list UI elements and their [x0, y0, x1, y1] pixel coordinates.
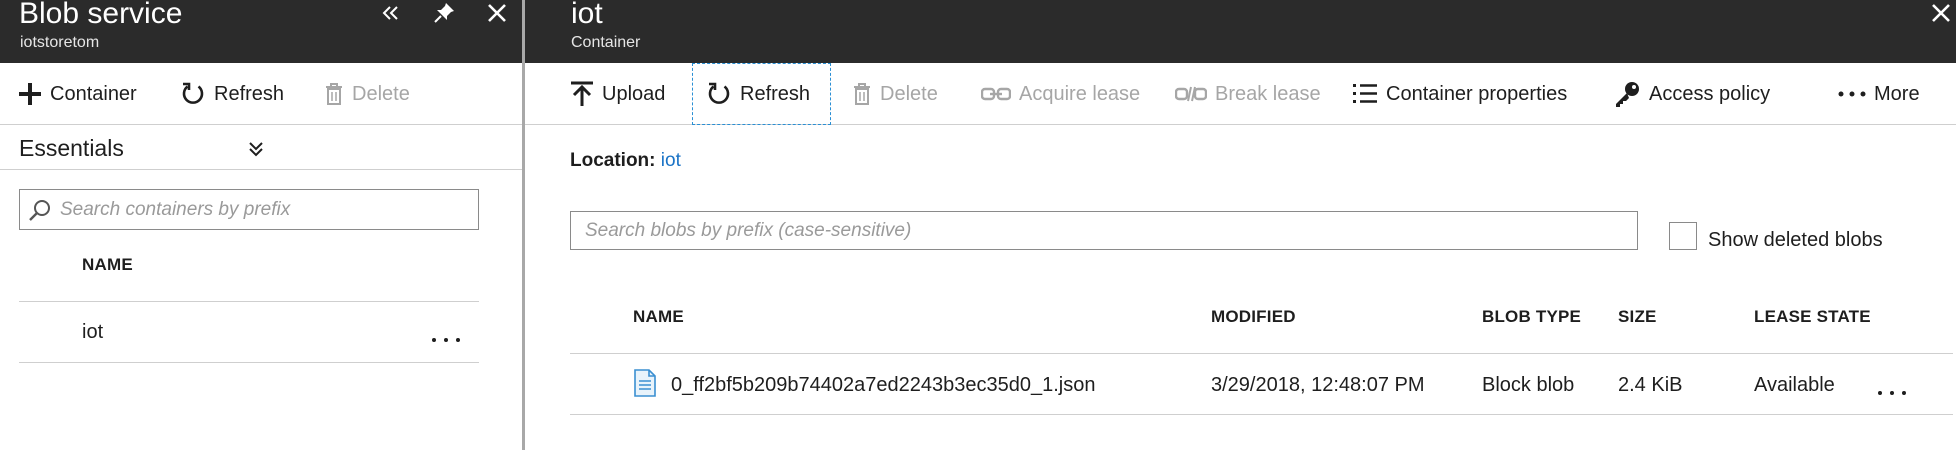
- column-header-modified[interactable]: MODIFIED: [1211, 307, 1296, 327]
- trash-icon: [852, 83, 872, 105]
- command-bar: Upload Refresh Delete Acquire lease Brea…: [525, 63, 1956, 125]
- column-header-lease-state[interactable]: LEASE STATE: [1754, 307, 1871, 327]
- container-blade: iot Container Upload Refresh Delete Acqu…: [525, 0, 1956, 450]
- ellipsis-icon: [1838, 91, 1866, 97]
- refresh-label: Refresh: [214, 82, 285, 105]
- blob-name-link[interactable]: 0_ff2bf5b209b74402a7ed2243b3ec35d0_1.jso…: [671, 374, 1096, 397]
- close-blade-button[interactable]: [1926, 0, 1956, 26]
- search-icon: [29, 199, 50, 221]
- delete-label: Delete: [880, 82, 938, 105]
- chevron-double-down-icon[interactable]: [246, 139, 266, 159]
- container-properties-label: Container properties: [1386, 82, 1568, 105]
- blade-header: iot Container: [525, 0, 1956, 63]
- blob-lease-state: Available: [1754, 374, 1835, 396]
- location-link[interactable]: iot: [661, 150, 681, 171]
- delete-button[interactable]: Delete: [852, 63, 938, 125]
- access-policy-label: Access policy: [1649, 82, 1771, 105]
- blade-header: Blob service iotstoretom: [0, 0, 524, 63]
- ellipsis-dot: [444, 338, 448, 342]
- blade-title: Blob service: [19, 0, 183, 30]
- more-button[interactable]: More: [1838, 63, 1920, 125]
- blade-subtitle: iotstoretom: [20, 34, 100, 51]
- ellipsis-dot: [1902, 391, 1906, 395]
- show-deleted-checkbox[interactable]: [1669, 222, 1697, 250]
- upload-label: Upload: [602, 82, 666, 105]
- break-lease-label: Break lease: [1215, 82, 1321, 105]
- refresh-button[interactable]: Refresh: [180, 63, 284, 125]
- add-container-button[interactable]: Container: [18, 63, 137, 125]
- search-containers-field[interactable]: [19, 189, 479, 230]
- ellipsis-dot: [1890, 391, 1894, 395]
- container-name[interactable]: iot: [82, 321, 103, 344]
- column-header-blob-type[interactable]: BLOB TYPE: [1482, 307, 1581, 327]
- close-icon: [488, 4, 506, 22]
- table-divider: [570, 414, 1953, 415]
- refresh-icon: [180, 81, 206, 107]
- column-header-size[interactable]: SIZE: [1618, 307, 1657, 327]
- acquire-lease-label: Acquire lease: [1019, 82, 1141, 105]
- row-more-button[interactable]: [1878, 383, 1906, 403]
- upload-button[interactable]: Upload: [570, 63, 665, 125]
- search-containers-input[interactable]: [60, 198, 478, 221]
- essentials-label: Essentials: [19, 135, 124, 161]
- plus-icon: [18, 82, 42, 106]
- double-chevron-left-icon: [382, 6, 398, 20]
- list-icon: [1352, 82, 1378, 106]
- location-label: Location:: [570, 150, 656, 171]
- delete-label: Delete: [352, 82, 410, 105]
- broken-link-icon: [1175, 84, 1207, 104]
- blade-subtitle: Container: [571, 34, 641, 51]
- table-divider: [19, 362, 479, 363]
- close-blade-button[interactable]: [482, 0, 512, 26]
- pin-blade-button[interactable]: [429, 0, 459, 26]
- blob-type: Block blob: [1482, 374, 1575, 396]
- refresh-button[interactable]: Refresh: [692, 63, 831, 125]
- access-policy-button[interactable]: Access policy: [1613, 63, 1770, 125]
- ellipsis-dot: [456, 338, 460, 342]
- ellipsis-dot: [1878, 391, 1882, 395]
- column-header-name[interactable]: NAME: [633, 307, 684, 327]
- location-info: Location: iot: [570, 150, 681, 172]
- acquire-lease-button[interactable]: Acquire lease: [981, 63, 1140, 125]
- ellipsis-dot: [432, 338, 436, 342]
- blob-service-blade: Blob service iotstoretom Container Refre…: [0, 0, 524, 450]
- container-properties-button[interactable]: Container properties: [1352, 63, 1567, 125]
- collapse-blade-button[interactable]: [376, 0, 406, 26]
- key-icon: [1613, 80, 1641, 108]
- delete-button[interactable]: Delete: [324, 63, 410, 125]
- search-blobs-input[interactable]: [571, 219, 1637, 242]
- upload-icon: [570, 81, 594, 107]
- blob-modified: 3/29/2018, 12:48:07 PM: [1211, 374, 1425, 396]
- add-container-label: Container: [50, 82, 137, 105]
- table-divider: [19, 301, 479, 302]
- pin-icon: [434, 3, 454, 23]
- command-bar: Container Refresh Delete: [0, 63, 522, 125]
- trash-icon: [324, 83, 344, 105]
- document-icon: [634, 369, 656, 397]
- close-icon: [1932, 4, 1950, 22]
- row-more-button[interactable]: [432, 330, 460, 350]
- more-label: More: [1874, 82, 1920, 105]
- blade-title: iot: [571, 0, 603, 30]
- table-divider: [570, 353, 1953, 354]
- search-blobs-field[interactable]: [570, 211, 1638, 250]
- link-icon: [981, 84, 1011, 104]
- refresh-label: Refresh: [740, 82, 811, 105]
- column-header-name[interactable]: NAME: [82, 255, 133, 275]
- blob-size: 2.4 KiB: [1618, 374, 1683, 396]
- break-lease-button[interactable]: Break lease: [1175, 63, 1321, 125]
- show-deleted-label[interactable]: Show deleted blobs: [1708, 229, 1883, 252]
- essentials-section[interactable]: Essentials: [0, 126, 522, 170]
- refresh-icon: [706, 81, 732, 107]
